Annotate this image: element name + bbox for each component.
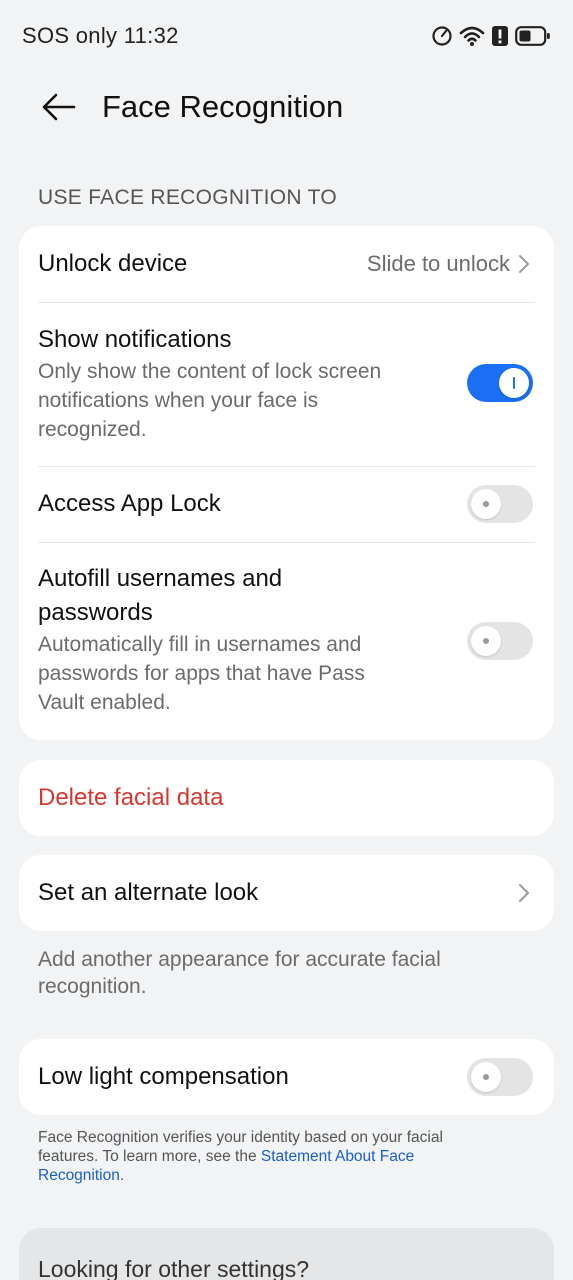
alternate-look-label: Set an alternate look xyxy=(38,879,259,906)
alternate-look-helper-1: Add another appearance for accurate faci… xyxy=(38,948,441,971)
battery-icon xyxy=(515,25,551,47)
face-recognition-options-card: Unlock device Slide to unlock Show notif… xyxy=(19,226,554,740)
footnote-text-1: Face Recognition verifies your identity … xyxy=(38,1129,443,1146)
autofill-label-1: Autofill usernames and xyxy=(38,565,283,592)
show-notifications-sub-1: Only show the content of lock screen xyxy=(38,360,382,383)
autofill-text: Autofill usernames and passwords Automat… xyxy=(38,562,438,717)
access-app-lock-toggle[interactable] xyxy=(467,485,533,523)
chevron-right-icon xyxy=(519,255,529,273)
show-notifications-toggle[interactable] xyxy=(467,364,533,402)
looking-for-settings-label: Looking for other settings? xyxy=(38,1256,310,1280)
toggle-knob xyxy=(471,626,501,656)
arrow-left-icon xyxy=(42,93,76,121)
footnote: Face Recognition verifies your identity … xyxy=(38,1128,498,1185)
footnote-end: . xyxy=(119,1167,125,1184)
delete-facial-data-card: Delete facial data xyxy=(19,760,554,836)
status-bar: SOS only 11:32 xyxy=(0,0,573,72)
status-text: SOS only 11:32 xyxy=(22,23,179,48)
looking-for-settings-card[interactable]: Looking for other settings? xyxy=(19,1228,554,1280)
toggle-knob xyxy=(471,489,501,519)
show-notifications-text: Show notifications Only show the content… xyxy=(38,323,438,444)
alternate-look-card: Set an alternate look xyxy=(19,855,554,931)
alternate-look-row[interactable]: Set an alternate look xyxy=(19,855,554,931)
unlock-device-value: Slide to unlock xyxy=(366,251,510,276)
footnote-text-2: features. To learn more, see the xyxy=(38,1148,261,1165)
unlock-device-row[interactable]: Unlock device Slide to unlock xyxy=(19,226,554,302)
back-button[interactable] xyxy=(30,79,86,135)
autofill-sub-2: passwords for apps that have Pass xyxy=(38,662,365,685)
autofill-label-2: passwords xyxy=(38,599,153,626)
access-app-lock-row[interactable]: Access App Lock xyxy=(19,467,554,542)
autofill-row[interactable]: Autofill usernames and passwords Automat… xyxy=(19,543,554,740)
speed-meter-icon xyxy=(431,25,453,47)
section-header: USE FACE RECOGNITION TO xyxy=(38,186,338,209)
unlock-device-value-group: Slide to unlock xyxy=(367,226,530,302)
delete-facial-data-button[interactable]: Delete facial data xyxy=(19,760,554,836)
status-icons xyxy=(431,25,551,47)
chevron-right-icon xyxy=(519,884,529,902)
autofill-toggle[interactable] xyxy=(467,622,533,660)
unlock-device-label: Unlock device xyxy=(38,250,188,277)
low-light-card: Low light compensation xyxy=(19,1039,554,1115)
autofill-sub-1: Automatically fill in usernames and xyxy=(38,633,362,656)
statement-link-part-2: Recognition xyxy=(38,1167,120,1184)
autofill-sub-3: Vault enabled. xyxy=(38,691,171,714)
toggle-knob xyxy=(499,368,529,398)
show-notifications-sub-2: notifications when your face is xyxy=(38,389,319,412)
toggle-knob xyxy=(471,1062,501,1092)
access-app-lock-label: Access App Lock xyxy=(38,490,221,517)
low-light-label: Low light compensation xyxy=(38,1063,289,1090)
low-light-toggle[interactable] xyxy=(467,1058,533,1096)
wifi-icon xyxy=(459,25,485,47)
alternate-look-helper-2: recognition. xyxy=(38,975,147,998)
alternate-look-helper: Add another appearance for accurate faci… xyxy=(38,946,538,1000)
show-notifications-row[interactable]: Show notifications Only show the content… xyxy=(19,303,554,466)
show-notifications-label: Show notifications xyxy=(38,326,232,353)
show-notifications-sub-3: recognized. xyxy=(38,418,147,441)
page-title: Face Recognition xyxy=(102,89,344,124)
alert-icon xyxy=(491,25,509,47)
statement-link-part-1: Statement About Face xyxy=(260,1148,415,1165)
low-light-row[interactable]: Low light compensation xyxy=(19,1039,554,1115)
app-header: Face Recognition xyxy=(0,72,573,142)
